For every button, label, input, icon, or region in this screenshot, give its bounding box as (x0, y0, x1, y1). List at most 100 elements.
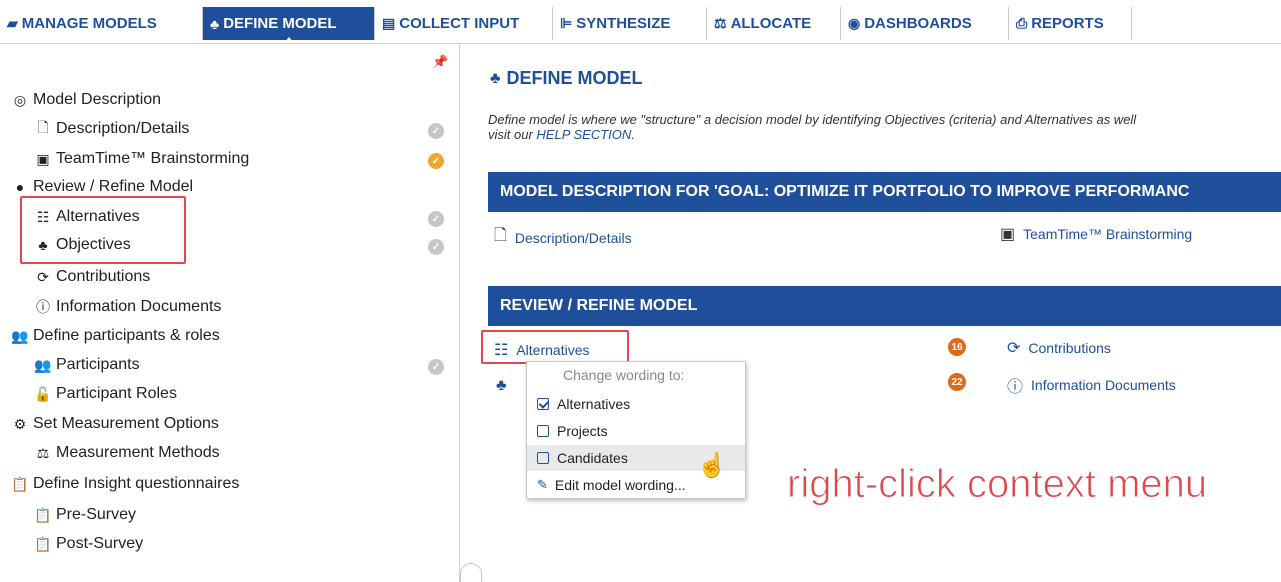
help-section-link[interactable]: HELP SECTION (536, 127, 631, 142)
sidebar-item-label: Define participants & roles (33, 327, 220, 344)
sidebar-item-label: Participants (56, 356, 140, 373)
sidebar-item-participants[interactable]: 👥 Participants (33, 353, 140, 377)
clipboard-icon: 📋 (34, 535, 52, 552)
status-pending-icon: ✓ (428, 359, 444, 375)
menu-item-label: Projects (557, 423, 608, 439)
info-docs-count-badge: 22 (948, 373, 966, 391)
link-label: Information Documents (1031, 377, 1176, 393)
top-navigation: ▰ MANAGE MODELS ♣ DEFINE MODEL ▤ COLLECT… (0, 0, 1281, 44)
sync-icon: ⟳ (1007, 340, 1021, 357)
hand-cursor-icon: ☝ (697, 452, 727, 479)
contributions-count-badge: 16 (948, 338, 966, 356)
info-icon: ⓘ (1007, 379, 1024, 396)
sidebar-item-post-survey[interactable]: 📋 Post-Survey (33, 532, 143, 556)
sidebar-item-label: Review / Refine Model (33, 178, 194, 195)
objectives-link[interactable]: ♣ (496, 377, 515, 395)
circle-icon: ● (15, 179, 25, 195)
tab-label: ALLOCATE (730, 15, 812, 32)
checkbox-checked-icon (537, 398, 549, 410)
sidebar-item-label: Model Description (33, 91, 162, 108)
status-done-icon: ✓ (428, 153, 444, 169)
description-details-link[interactable]: 🗋 Description/Details (494, 224, 632, 251)
sidebar-item-label: TeamTime™ Brainstorming (56, 150, 250, 167)
document-icon: 🗋 (37, 119, 49, 135)
highlight-box-sidebar (20, 196, 186, 264)
link-label: Description/Details (514, 229, 632, 246)
tab-synthesize[interactable]: ⊫ SYNTHESIZE (553, 7, 707, 40)
sidebar-item-insight-questionnaires[interactable]: 📋 Define Insight questionnaires (10, 472, 239, 496)
dashboard-icon: ◉ (848, 15, 861, 31)
status-pending-icon: ✓ (428, 211, 444, 227)
sidebar-item-pre-survey[interactable]: 📋 Pre-Survey (33, 503, 136, 527)
tab-label: SYNTHESIZE (576, 15, 671, 32)
presenter-icon: ▣ (1000, 226, 1016, 243)
information-documents-link[interactable]: ⓘ Information Documents (1007, 373, 1176, 397)
sidebar-item-information-documents[interactable]: ⓘ Information Documents (33, 295, 221, 319)
menu-item-projects[interactable]: Projects (527, 418, 745, 444)
sidebar-item-teamtime[interactable]: ▣ TeamTime™ Brainstorming (33, 147, 249, 171)
intro-line-2: visit our HELP SECTION. (488, 127, 1281, 142)
pencil-icon: ✎ (537, 477, 548, 492)
sidebar-item-label: Set Measurement Options (33, 415, 219, 432)
sidebar: 📌 ◎ Model Description 🗋 Description/Deta… (0, 44, 460, 582)
users-icon: 👥 (11, 327, 29, 344)
sidebar-item-define-participants[interactable]: 👥 Define participants & roles (10, 324, 220, 348)
sidebar-item-label: Information Documents (56, 298, 222, 315)
tab-label: DEFINE MODEL (223, 15, 337, 32)
menu-item-label: Alternatives (557, 396, 631, 412)
tab-label: DASHBOARDS (864, 15, 972, 32)
tab-manage-models[interactable]: ▰ MANAGE MODELS (0, 7, 203, 40)
intro-line-1: Define model is where we "structure" a d… (488, 112, 1137, 127)
document-icon: 🗋 (494, 227, 507, 244)
hierarchy-icon: ♣ (490, 69, 501, 87)
context-menu-header: Change wording to: (563, 367, 685, 383)
hierarchy-icon: ♣ (210, 15, 220, 32)
sidebar-item-label: Description/Details (56, 120, 190, 137)
sidebar-item-measurement-methods[interactable]: ⚖ Measurement Methods (33, 441, 220, 465)
clipboard-icon: 📋 (34, 506, 52, 523)
sidebar-item-model-description[interactable]: ◎ Model Description (10, 88, 161, 112)
annotation-label: right-click context menu (786, 462, 1208, 507)
tab-collect-input[interactable]: ▤ COLLECT INPUT (375, 7, 553, 40)
chart-icon: ⊫ (560, 15, 573, 31)
contributions-link[interactable]: ⟳ Contributions (1007, 338, 1111, 358)
intro-text: Define model is where we "structure" a d… (488, 112, 1281, 142)
gears-icon: ⚙ (13, 415, 27, 432)
clipboard-icon: 📋 (11, 475, 29, 492)
hierarchy-icon: ♣ (496, 377, 507, 394)
active-tab-caret (284, 37, 293, 42)
tab-allocate[interactable]: ⚖ ALLOCATE (707, 7, 841, 40)
sidebar-item-label: Pre-Survey (56, 506, 137, 523)
sync-icon: ⟳ (37, 268, 49, 285)
status-pending-icon: ✓ (428, 123, 444, 139)
sidebar-item-contributions[interactable]: ⟳ Contributions (33, 265, 150, 289)
tab-reports[interactable]: ⎙ REPORTS (1009, 7, 1132, 40)
sidebar-item-label: Measurement Methods (56, 444, 220, 461)
menu-item-label: Edit model wording... (554, 477, 686, 493)
highlight-box-alternatives (481, 330, 629, 364)
sidebar-item-measurement-options[interactable]: ⚙ Set Measurement Options (10, 412, 219, 436)
teamtime-brainstorming-link[interactable]: ▣ TeamTime™ Brainstorming (1000, 224, 1192, 244)
menu-item-label: Candidates (557, 450, 628, 466)
sidebar-item-label: Participant Roles (56, 385, 177, 402)
tab-dashboards[interactable]: ◉ DASHBOARDS (841, 7, 1009, 40)
unlock-icon: 🔓 (34, 385, 52, 402)
sidebar-item-label: Contributions (56, 268, 151, 285)
keyboard-icon: ▤ (382, 15, 396, 31)
presenter-icon: ▣ (36, 150, 50, 167)
status-pending-icon: ✓ (428, 239, 444, 255)
section-model-description-header: MODEL DESCRIPTION FOR 'GOAL: OPTIMIZE IT… (488, 172, 1281, 212)
sidebar-item-description-details[interactable]: 🗋 Description/Details (33, 117, 189, 141)
tab-label: MANAGE MODELS (21, 15, 157, 32)
menu-item-alternatives[interactable]: Alternatives (527, 391, 745, 417)
section-review-refine-header: REVIEW / REFINE MODEL (488, 286, 1281, 326)
tab-label: REPORTS (1031, 15, 1104, 32)
print-icon: ⎙ (1016, 15, 1028, 31)
link-label: Contributions (1028, 340, 1111, 356)
sidebar-item-participant-roles[interactable]: 🔓 Participant Roles (33, 382, 177, 406)
pin-icon[interactable]: 📌 (432, 54, 448, 70)
tab-define-model[interactable]: ♣ DEFINE MODEL (203, 7, 375, 42)
sidebar-item-label: Define Insight questionnaires (33, 475, 240, 492)
checkbox-icon (537, 452, 549, 464)
checkbox-icon (537, 425, 549, 437)
